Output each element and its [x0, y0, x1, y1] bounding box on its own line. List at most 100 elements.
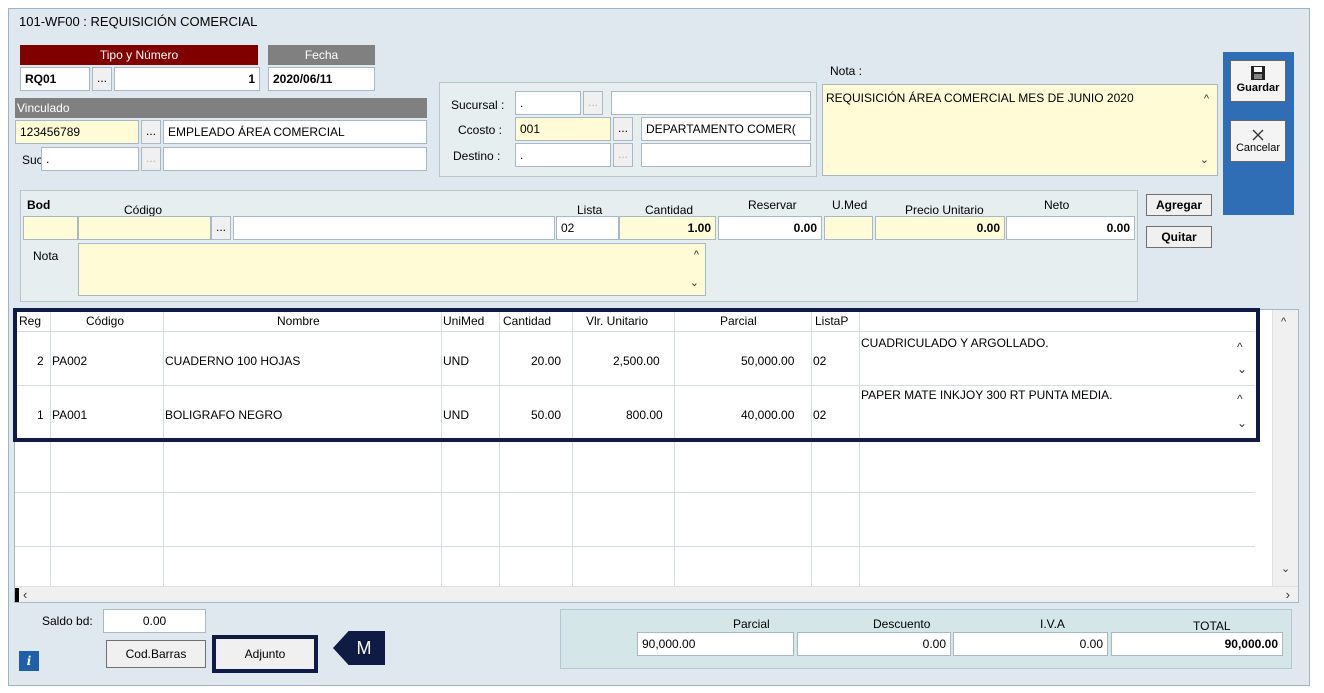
- suc-lookup-button[interactable]: ...: [141, 147, 161, 171]
- row-parcial: 50,000.00: [741, 354, 795, 368]
- precio-unitario-field[interactable]: 0.00: [875, 216, 1005, 240]
- item-nota-textarea[interactable]: ^ ⌄: [78, 243, 706, 296]
- grid-header-reg[interactable]: Reg: [19, 314, 41, 328]
- grid-header-vlr-unitario[interactable]: Vlr. Unitario: [586, 314, 648, 328]
- nota-textarea[interactable]: REQUISICIÓN ÁREA COMERCIAL MES DE JUNIO …: [822, 84, 1218, 176]
- reservar-label: Reservar: [748, 198, 797, 212]
- destino-field[interactable]: .: [515, 143, 611, 167]
- sucursal-name-field[interactable]: [611, 91, 811, 115]
- grid-vertical-scrollbar[interactable]: ^ ⌄: [1272, 310, 1298, 586]
- total-label: TOTAL: [1193, 619, 1231, 633]
- row-reg: 2: [37, 354, 44, 368]
- item-nota-label: Nota: [33, 249, 59, 263]
- destino-name-field[interactable]: [641, 143, 811, 167]
- tipo-field[interactable]: RQ01: [20, 67, 90, 91]
- row-nota-scroll-down-icon[interactable]: ⌄: [1237, 362, 1247, 376]
- codigo-lookup-button[interactable]: ...: [211, 216, 231, 240]
- nota-scroll-up-icon[interactable]: ^: [1204, 93, 1209, 105]
- row-vlr-unitario: 800.00: [626, 408, 663, 422]
- row-unimed: UND: [443, 354, 469, 368]
- guardar-label: Guardar: [1236, 82, 1280, 94]
- adjunto-button[interactable]: Adjunto: [212, 635, 318, 673]
- window-title: 101-WF00 : REQUISICIÓN COMERCIAL: [19, 14, 258, 29]
- bod-label: Bod: [27, 198, 51, 212]
- codigo-field[interactable]: [78, 216, 211, 240]
- items-grid: Reg Código Nombre UniMed Cantidad Vlr. U…: [14, 309, 1299, 603]
- reservar-field[interactable]: 0.00: [718, 216, 822, 240]
- ccosto-field[interactable]: 001: [515, 117, 611, 141]
- row-listap: 02: [813, 408, 827, 422]
- sucursal-label: Sucursal :: [451, 98, 505, 112]
- grid-scroll-up-icon[interactable]: ^: [1281, 316, 1286, 328]
- cancelar-button[interactable]: Cancelar: [1230, 120, 1286, 162]
- tipo-numero-header: Tipo y Número: [20, 45, 258, 65]
- grid-header-unimed[interactable]: UniMed: [443, 314, 484, 328]
- numero-field[interactable]: 1: [114, 67, 260, 91]
- grid-scroll-right-icon[interactable]: ›: [1286, 587, 1290, 602]
- fecha-field[interactable]: 2020/06/11: [268, 67, 375, 91]
- row-nombre: CUADERNO 100 HOJAS: [165, 354, 301, 368]
- iva-field[interactable]: 0.00: [953, 632, 1108, 656]
- grid-header-cantidad[interactable]: Cantidad: [503, 314, 551, 328]
- neto-label: Neto: [1044, 198, 1070, 212]
- cantidad-label: Cantidad: [645, 203, 694, 217]
- destino-lookup-button[interactable]: ...: [613, 143, 633, 167]
- sucursal-field[interactable]: .: [515, 91, 581, 115]
- guardar-button[interactable]: Guardar: [1230, 60, 1286, 102]
- grid-scroll-left-icon[interactable]: ‹: [23, 587, 27, 602]
- nota-scroll-down-icon[interactable]: ⌄: [1200, 153, 1209, 166]
- cod-barras-button[interactable]: Cod.Barras: [106, 640, 206, 668]
- vinculado-header: Vinculado: [15, 98, 427, 118]
- item-nota-scroll-up-icon[interactable]: ^: [694, 249, 699, 261]
- sucursal-lookup-button[interactable]: ...: [583, 91, 603, 115]
- suc-field[interactable]: .: [41, 147, 139, 171]
- row-nota-scroll-up-icon[interactable]: ^: [1237, 392, 1243, 406]
- row-cantidad: 50.00: [531, 408, 562, 422]
- saldo-label: Saldo bd:: [42, 614, 93, 628]
- vinculado-id-field[interactable]: 123456789: [15, 120, 139, 144]
- item-nota-scroll-down-icon[interactable]: ⌄: [690, 276, 699, 289]
- cantidad-field[interactable]: 1.00: [619, 216, 716, 240]
- vinculado-name-field[interactable]: EMPLEADO ÁREA COMERCIAL: [163, 120, 427, 144]
- ccosto-name-field[interactable]: DEPARTAMENTO COMER(: [641, 117, 811, 141]
- umed-label: U.Med: [832, 198, 868, 212]
- grid-header-listap[interactable]: ListaP: [815, 314, 848, 328]
- saldo-field[interactable]: 0.00: [103, 609, 206, 633]
- grid-header-parcial[interactable]: Parcial: [720, 314, 757, 328]
- agregar-button[interactable]: Agregar: [1146, 194, 1212, 216]
- row-codigo: PA001: [52, 408, 88, 422]
- bod-field[interactable]: [23, 216, 78, 240]
- lista-label: Lista: [577, 203, 603, 217]
- grid-scroll-down-icon[interactable]: ⌄: [1281, 562, 1290, 575]
- suc-name-field[interactable]: [163, 147, 427, 171]
- grid-header-codigo[interactable]: Código: [86, 314, 124, 328]
- parcial-field[interactable]: 90,000.00: [637, 632, 794, 656]
- row-cantidad: 20.00: [531, 354, 562, 368]
- descuento-field[interactable]: 0.00: [797, 632, 951, 656]
- row-nota: CUADRICULADO Y ARGOLLADO.: [861, 336, 1049, 350]
- row-nota-scroll-down-icon[interactable]: ⌄: [1237, 416, 1247, 430]
- vinculado-lookup-button[interactable]: ...: [141, 120, 161, 144]
- row-codigo: PA002: [52, 354, 88, 368]
- grid-header-nombre[interactable]: Nombre: [277, 314, 320, 328]
- row-nota-scroll-up-icon[interactable]: ^: [1237, 340, 1243, 354]
- grid-horizontal-scrollbar[interactable]: ‹ ›: [15, 586, 1298, 602]
- grid-scroll-thumb[interactable]: [15, 588, 19, 602]
- codigo-label: Código: [124, 203, 163, 217]
- row-nombre: BOLIGRAFO NEGRO: [165, 408, 283, 422]
- ccosto-lookup-button[interactable]: ...: [613, 117, 633, 141]
- descuento-label: Descuento: [873, 617, 931, 631]
- ccosto-label: Ccosto :: [458, 123, 503, 137]
- destino-label: Destino :: [453, 149, 501, 163]
- cancelar-label: Cancelar: [1235, 142, 1281, 154]
- descripcion-field[interactable]: [233, 216, 555, 240]
- row-vlr-unitario: 2,500.00: [613, 354, 660, 368]
- lista-field[interactable]: 02: [556, 216, 619, 240]
- total-field[interactable]: 90,000.00: [1111, 632, 1283, 656]
- tipo-lookup-button[interactable]: ...: [92, 67, 112, 91]
- neto-field[interactable]: 0.00: [1006, 216, 1135, 240]
- info-icon[interactable]: i: [19, 651, 39, 671]
- quitar-button[interactable]: Quitar: [1146, 226, 1212, 248]
- umed-field[interactable]: [824, 216, 873, 240]
- iva-label: I.V.A: [1040, 617, 1065, 631]
